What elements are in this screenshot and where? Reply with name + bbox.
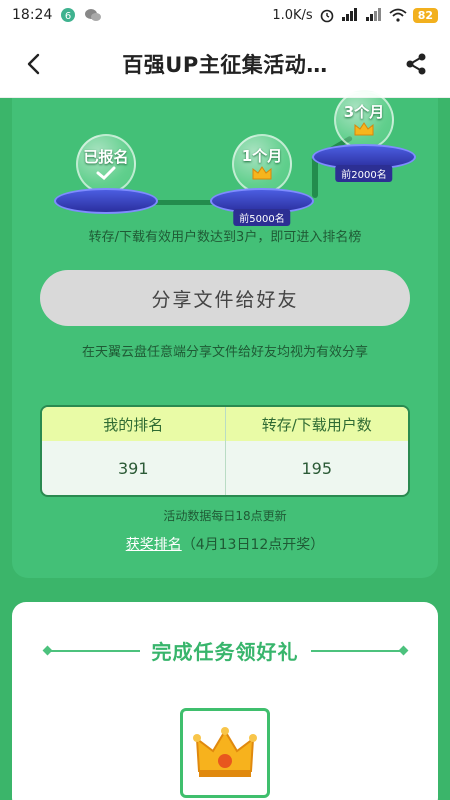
activity-progress-card: 已报名 1个月 前5000名 3个月 前2000名 转存/下载有效用户数达到3户…: [12, 90, 438, 578]
users-header-cell: 转存/下载用户数: [224, 407, 409, 441]
progress-stages: 已报名 1个月 前5000名 3个月 前2000名: [12, 90, 438, 238]
crown-icon: [252, 166, 272, 180]
share-icon: [406, 53, 426, 75]
decorative-line: [47, 649, 140, 652]
stage-bubble: 3个月: [334, 90, 394, 150]
podium-label: 前2000名: [335, 165, 393, 182]
stage-3-months: 3个月 前2000名: [312, 90, 416, 182]
app-header: 百强UP主征集活动…: [0, 30, 450, 98]
battery-indicator: 82: [412, 7, 438, 23]
award-line: 获奖排名（4月13日12点开奖）: [12, 534, 438, 554]
stage-registered: 已报名: [54, 134, 158, 214]
signal-icon: [365, 8, 383, 22]
task-card: 完成任务领好礼: [12, 602, 438, 800]
alarm-icon: [319, 7, 335, 23]
stage-1-month: 1个月 前5000名: [210, 134, 314, 226]
rank-table-row: 391 195: [42, 441, 408, 495]
crown-icon: [193, 727, 257, 777]
chevron-left-icon: [27, 53, 40, 75]
podium: [54, 188, 158, 214]
user-count-value: 195: [224, 441, 409, 495]
status-time: 18:24: [12, 7, 53, 23]
task-title-row: 完成任务领好礼: [12, 636, 438, 665]
page-title: 百强UP主征集活动…: [122, 52, 328, 77]
task-reward-tile[interactable]: [180, 708, 270, 798]
share-button[interactable]: [400, 48, 432, 80]
wifi-icon: [389, 8, 407, 22]
stage-bubble: 已报名: [76, 134, 136, 194]
back-button[interactable]: [18, 48, 50, 80]
award-ranking-link[interactable]: 获奖排名: [126, 537, 182, 553]
decorative-line: [310, 649, 403, 652]
rank-header-cell: 我的排名: [103, 415, 164, 434]
status-bar: 18:24 6 1.0K/s 82: [0, 0, 450, 30]
rank-table: 我的排名 转存/下载用户数 391 195: [40, 405, 410, 497]
wechat-icon: [84, 7, 102, 23]
requirement-text: 转存/下载有效用户数达到3户，即可进入排名榜: [88, 230, 362, 245]
hd-signal-icon: [341, 8, 359, 22]
crown-icon: [354, 122, 374, 136]
my-rank-value: 391: [117, 458, 149, 478]
podium: 前5000名: [210, 188, 314, 226]
share-hint-text: 在天翼云盘任意端分享文件给好友均视为有效分享: [81, 345, 368, 360]
stage-bubble: 1个月: [232, 134, 292, 194]
share-files-button[interactable]: 分享文件给好友: [40, 270, 410, 326]
stage-label: 已报名: [83, 148, 129, 166]
podium-label: 前5000名: [233, 209, 291, 226]
update-note: 活动数据每日18点更新: [163, 509, 287, 523]
svg-text:6: 6: [65, 11, 71, 22]
award-date-note: （4月13日12点开奖）: [181, 537, 325, 553]
podium: 前2000名: [312, 144, 416, 182]
stage-label: 3个月: [343, 103, 385, 121]
task-section-title: 完成任务领好礼: [151, 640, 299, 664]
checkmark-icon: [96, 166, 116, 180]
rank-table-header: 我的排名 转存/下载用户数: [42, 407, 408, 441]
stage-label: 1个月: [241, 147, 283, 165]
app-notification-icon: 6: [60, 7, 76, 23]
network-speed: 1.0K/s: [272, 7, 313, 23]
